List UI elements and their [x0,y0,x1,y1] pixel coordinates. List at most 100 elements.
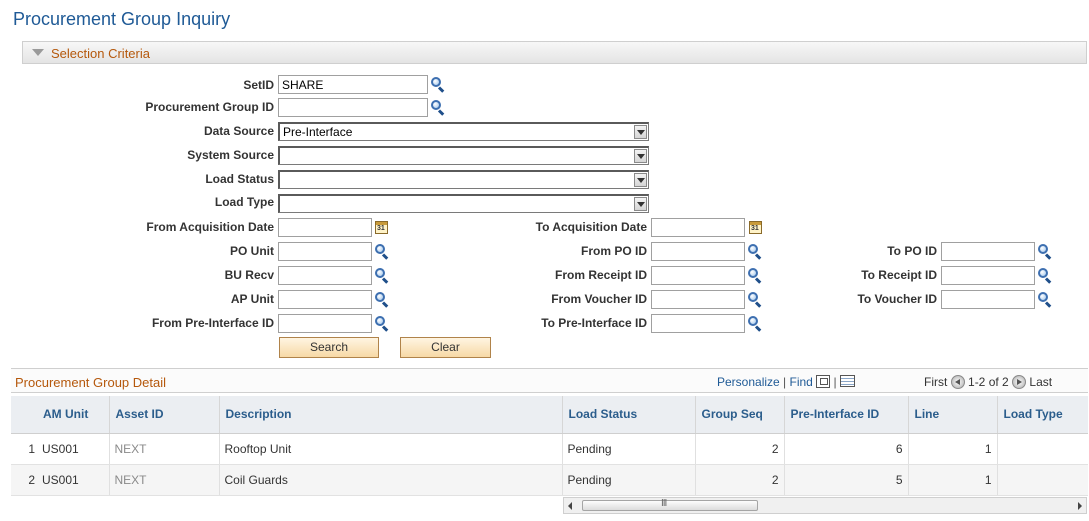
to-po-id-label: To PO ID [887,244,937,258]
to-receipt-id-input[interactable] [941,266,1035,285]
grid-header-bar: Procurement Group Detail Personalize | F… [11,368,1088,393]
to-po-id-input[interactable] [941,242,1035,261]
load-status-cell: Pending [562,464,696,496]
column-header-description[interactable]: Description [219,396,563,434]
chevron-down-icon[interactable] [634,173,647,187]
from-po-id-input[interactable] [651,242,745,261]
line-cell: 1 [908,464,998,496]
from-voucher-id-lookup-icon[interactable] [747,291,763,308]
procurement-group-id-lookup-icon[interactable] [430,99,446,116]
procurement-group-detail-table: AM Unit Asset ID Description Load Status… [11,396,1088,496]
calendar-icon[interactable]: 31 [375,221,388,234]
scrollbar-grip: III [661,498,667,509]
description-cell: Rooftop Unit [219,433,563,465]
row-number: 1 [11,433,37,465]
collapse-triangle-icon[interactable] [32,49,44,56]
chevron-down-icon[interactable] [634,197,647,211]
from-receipt-id-label: From Receipt ID [554,268,647,282]
column-header-group-seq[interactable]: Group Seq [695,396,785,434]
system-source-select[interactable] [278,146,649,165]
page-title: Procurement Group Inquiry [13,9,231,29]
pagination: First 1-2 of 2 Last [924,375,1052,389]
column-header-load-type[interactable]: Load Type [997,396,1088,434]
download-grid-icon[interactable] [840,375,856,387]
am-unit-cell: US001 [37,464,110,496]
to-pre-interface-id-label: To Pre-Interface ID [541,316,647,330]
horizontal-scrollbar[interactable]: III [563,497,1087,514]
po-unit-input[interactable] [278,242,372,261]
load-type-cell [997,464,1088,496]
to-voucher-id-input[interactable] [941,290,1035,309]
find-link[interactable]: Find [790,375,813,389]
from-acquisition-date-input[interactable] [278,218,372,237]
scrollbar-thumb[interactable]: III [582,498,758,511]
clear-button[interactable]: Clear [400,337,491,358]
from-pre-interface-id-input[interactable] [278,314,372,333]
line-cell: 1 [908,433,998,465]
asset-id-cell: NEXT [109,464,220,496]
zoom-view-icon[interactable] [816,375,831,388]
first-label[interactable]: First [924,375,947,389]
group-seq-cell: 2 [695,433,785,465]
group-seq-cell: 2 [695,464,785,496]
load-status-select[interactable] [278,170,649,189]
selection-criteria-header[interactable]: Selection Criteria [22,41,1087,64]
procurement-group-id-input[interactable] [278,98,428,117]
to-acquisition-date-input[interactable] [651,218,745,237]
chevron-down-icon[interactable] [634,125,647,139]
grid-toolbar: Personalize | Find | [717,375,856,389]
grid-title: Procurement Group Detail [15,375,167,390]
column-header-pre-interface-id[interactable]: Pre-Interface ID [784,396,909,434]
load-type-cell [997,433,1088,465]
personalize-link[interactable]: Personalize [717,375,780,389]
from-po-id-lookup-icon[interactable] [747,243,763,260]
data-source-label: Data Source [203,124,274,138]
to-receipt-id-lookup-icon[interactable] [1037,267,1053,284]
from-voucher-id-input[interactable] [651,290,745,309]
from-pre-interface-id-lookup-icon[interactable] [374,315,390,332]
load-status-cell: Pending [562,433,696,465]
ap-unit-input[interactable] [278,290,372,309]
row-range: 1-2 of 2 [968,375,1009,389]
setid-lookup-icon[interactable] [430,76,446,93]
to-po-id-lookup-icon[interactable] [1037,243,1053,260]
am-unit-cell: US001 [37,433,110,465]
column-header-load-status[interactable]: Load Status [562,396,696,434]
table-row: 1 US001 NEXT Rooftop Unit Pending 2 6 1 [11,433,1088,465]
to-pre-interface-id-lookup-icon[interactable] [747,315,763,332]
setid-label: SetID [243,78,274,92]
from-receipt-id-input[interactable] [651,266,745,285]
row-number-header [11,396,37,434]
table-row: 2 US001 NEXT Coil Guards Pending 2 5 1 [11,464,1088,496]
to-acquisition-date-label: To Acquisition Date [535,220,647,234]
ap-unit-lookup-icon[interactable] [374,291,390,308]
po-unit-label: PO Unit [230,244,274,258]
scroll-right-icon[interactable] [1078,502,1082,510]
asset-id-cell: NEXT [109,433,220,465]
scroll-left-icon[interactable] [568,502,572,510]
bu-recv-lookup-icon[interactable] [374,267,390,284]
po-unit-lookup-icon[interactable] [374,243,390,260]
setid-input[interactable] [278,75,428,94]
separator: | [833,375,837,389]
column-header-line[interactable]: Line [908,396,998,434]
from-acquisition-date-label: From Acquisition Date [146,220,274,234]
last-label[interactable]: Last [1029,375,1052,389]
selection-criteria-label[interactable]: Selection Criteria [51,46,150,61]
column-header-asset-id[interactable]: Asset ID [109,396,220,434]
load-type-select[interactable] [278,194,649,213]
from-receipt-id-lookup-icon[interactable] [747,267,763,284]
load-status-label: Load Status [205,172,274,186]
previous-icon[interactable] [950,375,965,389]
data-source-select[interactable]: Pre-Interface [278,122,649,141]
row-number: 2 [11,464,37,496]
data-source-value: Pre-Interface [283,125,353,139]
to-pre-interface-id-input[interactable] [651,314,745,333]
bu-recv-input[interactable] [278,266,372,285]
chevron-down-icon[interactable] [634,149,647,163]
column-header-am-unit[interactable]: AM Unit [37,396,110,434]
next-icon[interactable] [1012,375,1027,389]
calendar-icon[interactable]: 31 [749,221,762,234]
to-voucher-id-lookup-icon[interactable] [1037,291,1053,308]
search-button[interactable]: Search [279,337,379,358]
